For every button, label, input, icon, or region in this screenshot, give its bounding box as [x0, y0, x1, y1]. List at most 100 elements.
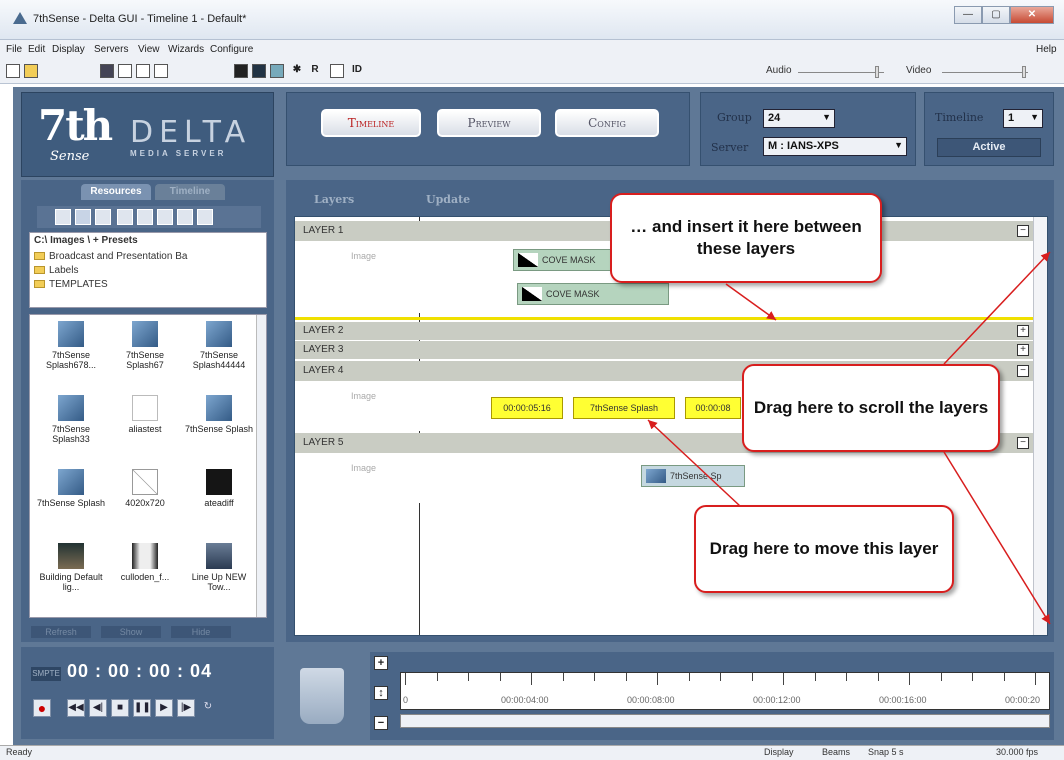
hide-button[interactable]: Hide — [171, 626, 231, 638]
new-icon[interactable] — [6, 64, 20, 78]
rewind-button[interactable]: ◀◀ — [67, 699, 85, 717]
timeline-select[interactable]: 1 ▼ — [1003, 109, 1043, 128]
menu-configure[interactable]: Configure — [210, 44, 253, 55]
config-mode-button[interactable]: Config — [555, 109, 659, 137]
menu-wizards[interactable]: Wizards — [168, 44, 204, 55]
menu-file[interactable]: File — [6, 44, 22, 55]
tab-timeline[interactable]: Timeline — [155, 184, 225, 200]
grid-icon[interactable] — [136, 64, 150, 78]
timeline-mode-button[interactable]: Timeline — [321, 109, 421, 137]
layer-header-3[interactable]: LAYER 3 + — [295, 341, 1033, 359]
zoom-in-button[interactable]: + — [374, 656, 388, 670]
close-button[interactable]: ✕ — [1010, 6, 1054, 24]
preview-mode-button[interactable]: Preview — [437, 109, 541, 137]
shape-icon[interactable] — [137, 209, 153, 225]
thumbnail-label: 7thSense Splash — [184, 424, 254, 434]
audio-icon[interactable] — [95, 209, 111, 225]
menu-servers[interactable]: Servers — [94, 44, 128, 55]
record-button[interactable]: ● — [33, 699, 51, 717]
zoom-fit-button[interactable]: ↕ — [374, 686, 388, 700]
menu-edit[interactable]: Edit — [28, 44, 45, 55]
play-button[interactable]: ▶ — [155, 699, 173, 717]
thumbnail-image — [132, 469, 158, 495]
tab-update[interactable]: Update — [426, 190, 470, 210]
folder-item[interactable]: Broadcast and Presentation Ba — [34, 251, 187, 262]
step-forward-button[interactable]: |▶ — [177, 699, 195, 717]
resource-thumbnail[interactable]: 7thSense Splash44444 — [182, 321, 256, 370]
audio-slider-track[interactable] — [798, 72, 884, 73]
resource-thumbnail[interactable]: Building Default lig... — [34, 543, 108, 592]
minimize-button[interactable]: — — [954, 6, 982, 24]
layers-scrollbar[interactable] — [1033, 217, 1047, 635]
video-slider-thumb[interactable] — [1022, 66, 1026, 78]
time-marker[interactable]: 00:00:08 — [685, 397, 741, 419]
trash-icon[interactable] — [300, 668, 344, 724]
loop-icon[interactable]: ↻ — [199, 699, 217, 717]
layer-header-2[interactable]: LAYER 2 + — [295, 322, 1033, 340]
video-icon[interactable] — [55, 209, 71, 225]
resource-thumbnail[interactable]: aliastest — [108, 395, 182, 434]
resource-thumbnail[interactable]: ateadiff — [182, 469, 256, 508]
menu-help[interactable]: Help — [1036, 44, 1057, 55]
open-icon[interactable] — [24, 64, 38, 78]
thumbnail-image — [58, 321, 84, 347]
layer-body-5: Image 7thSense Sp — [295, 453, 1033, 503]
menu-display[interactable]: Display — [52, 44, 85, 55]
star-icon[interactable]: ✱ — [290, 64, 304, 78]
expand-icon[interactable]: + — [1017, 344, 1029, 356]
resource-thumbnail[interactable]: 7thSense Splash67 — [108, 321, 182, 370]
stop-button[interactable]: ■ — [111, 699, 129, 717]
group-select[interactable]: 24 ▼ — [763, 109, 835, 128]
resource-thumbnail[interactable]: 7thSense Splash — [182, 395, 256, 434]
display-dark-icon[interactable] — [252, 64, 266, 78]
clip-7thsense-splash[interactable]: 7thSense Sp — [641, 465, 745, 487]
folder-item[interactable]: Labels — [34, 265, 78, 276]
resource-thumbnail[interactable]: 4020x720 — [108, 469, 182, 508]
zoom-out-button[interactable]: − — [374, 716, 388, 730]
collapse-icon[interactable]: − — [1017, 225, 1029, 237]
resource-thumbnail[interactable]: 7thSense Splash678... — [34, 321, 108, 370]
resource-thumbnail[interactable]: 7thSense Splash — [34, 469, 108, 508]
refresh-button[interactable]: Refresh — [31, 626, 91, 638]
id-button[interactable]: ID — [346, 64, 368, 78]
collapse-icon[interactable]: − — [1017, 437, 1029, 449]
resource-thumbnail[interactable]: 7thSense Splash33 — [34, 395, 108, 444]
mask-icon[interactable] — [117, 209, 133, 225]
text-icon[interactable] — [177, 209, 193, 225]
r-button[interactable]: R — [308, 64, 322, 78]
thumbnail-scrollbar[interactable] — [256, 315, 266, 617]
properties-icon[interactable] — [118, 64, 132, 78]
step-back-button[interactable]: ◀| — [89, 699, 107, 717]
ruler-major-tick — [531, 673, 532, 685]
server-select[interactable]: M : IANS-XPS ▼ — [763, 137, 907, 156]
show-button[interactable]: Show — [101, 626, 161, 638]
time-ruler[interactable]: 0 00:00:04:00 00:00:08:00 00:00:12:00 00:00:… — [400, 672, 1050, 710]
title-bar: 7thSense - Delta GUI - Timeline 1 - Defa… — [0, 0, 1064, 40]
pause-button[interactable]: ❚❚ — [133, 699, 151, 717]
resource-thumbnail[interactable]: Line Up NEW Tow... — [182, 543, 256, 592]
display-black-icon[interactable] — [234, 64, 248, 78]
maximize-button[interactable]: ▢ — [982, 6, 1010, 24]
ruler-label: 00:00:08:00 — [627, 695, 675, 705]
timeline-horizontal-scrollbar[interactable] — [400, 714, 1050, 728]
effect-icon[interactable] — [157, 209, 173, 225]
layout-icon[interactable] — [154, 64, 168, 78]
clip-cove-mask[interactable]: COVE MASK — [517, 283, 669, 305]
save-icon[interactable] — [100, 64, 114, 78]
collapse-icon[interactable]: − — [1017, 365, 1029, 377]
thumbnail-label: 7thSense Splash33 — [51, 424, 91, 444]
image-icon[interactable] — [270, 64, 284, 78]
audio-slider-thumb[interactable] — [875, 66, 879, 78]
script-icon[interactable] — [197, 209, 213, 225]
tab-layers[interactable]: Layers — [314, 190, 354, 210]
table-icon[interactable] — [330, 64, 344, 78]
resource-thumbnail[interactable]: culloden_f... — [108, 543, 182, 582]
video-slider-track[interactable] — [942, 72, 1028, 73]
clip-7thsense-splash[interactable]: 7thSense Splash — [573, 397, 675, 419]
tab-resources[interactable]: Resources — [81, 184, 151, 200]
folder-item[interactable]: TEMPLATES — [34, 279, 108, 290]
menu-view[interactable]: View — [138, 44, 160, 55]
time-marker[interactable]: 00:00:05:16 — [491, 397, 563, 419]
image-icon[interactable] — [75, 209, 91, 225]
expand-icon[interactable]: + — [1017, 325, 1029, 337]
